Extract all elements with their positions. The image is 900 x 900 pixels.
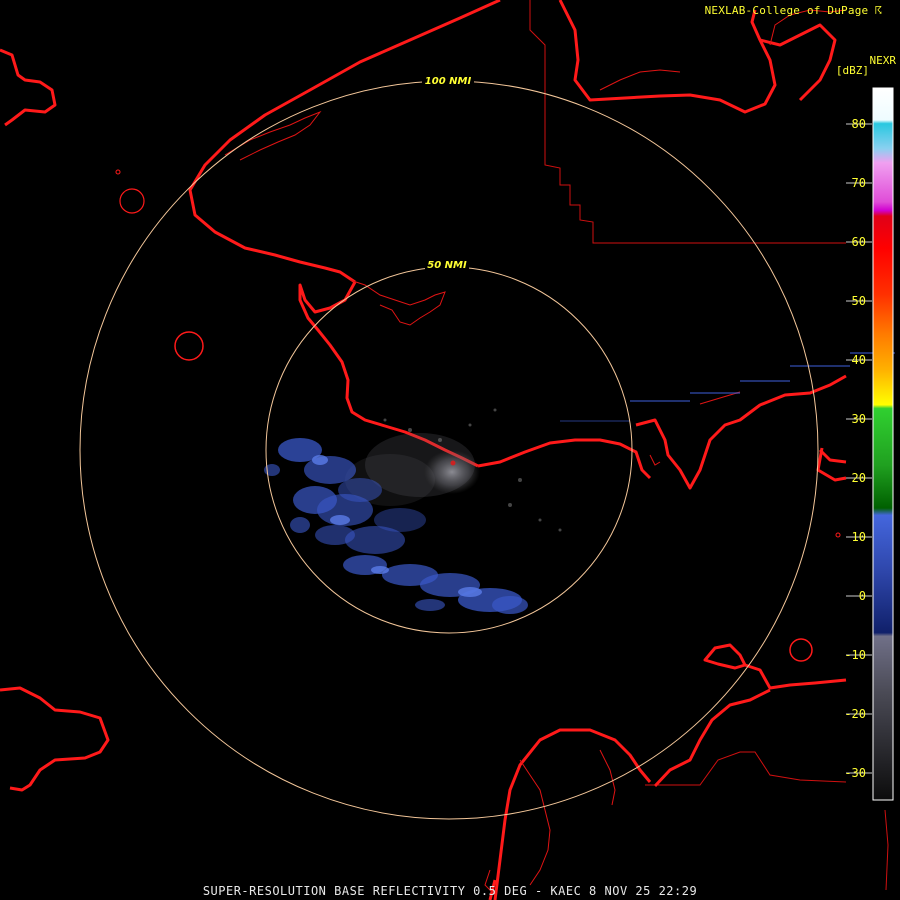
dbz-tick-label: 70 <box>852 176 866 190</box>
dbz-tick-label: 30 <box>852 412 866 426</box>
dbz-tick-label: 10 <box>852 530 866 544</box>
range-ring-label-100: 100 NMI <box>425 76 472 87</box>
radar-map: 50 NMI 100 NMI 80 70 60 50 40 30 20 10 0… <box>0 0 895 900</box>
product-code: NEXR <box>869 54 897 67</box>
radar-display: 50 NMI 100 NMI 80 70 60 50 40 30 20 10 0… <box>0 0 900 900</box>
dbz-tick-label: 40 <box>852 353 866 367</box>
dbz-tick-label: -20 <box>844 707 866 721</box>
dbz-tick-label: 0 <box>859 589 866 603</box>
dbz-tick-label: 60 <box>852 235 866 249</box>
dbz-tick-labels: 80 70 60 50 40 30 20 10 0 -10 -20 -30 <box>844 117 866 780</box>
dbz-tick-label: 50 <box>852 294 866 308</box>
dbz-color-bar <box>872 87 894 801</box>
range-ring-labels: 50 NMI 100 NMI <box>422 74 474 271</box>
dbz-tick-marks <box>846 123 872 774</box>
dbz-unit-label: [dBZ] <box>835 64 869 77</box>
product-title: SUPER-RESOLUTION BASE REFLECTIVITY 0.5 D… <box>202 884 698 898</box>
range-ring-label-50: 50 NMI <box>427 260 467 271</box>
dbz-legend: 80 70 60 50 40 30 20 10 0 -10 -20 -30 <box>844 87 894 801</box>
dbz-tick-label: 80 <box>852 117 866 131</box>
nexlab-credit: NEXLAB-College of DuPage ☈ <box>704 4 882 17</box>
dbz-tick-label: -10 <box>844 648 866 662</box>
dbz-tick-label: 20 <box>852 471 866 485</box>
radar-echoes <box>264 352 895 614</box>
dbz-tick-label: -30 <box>844 766 866 780</box>
